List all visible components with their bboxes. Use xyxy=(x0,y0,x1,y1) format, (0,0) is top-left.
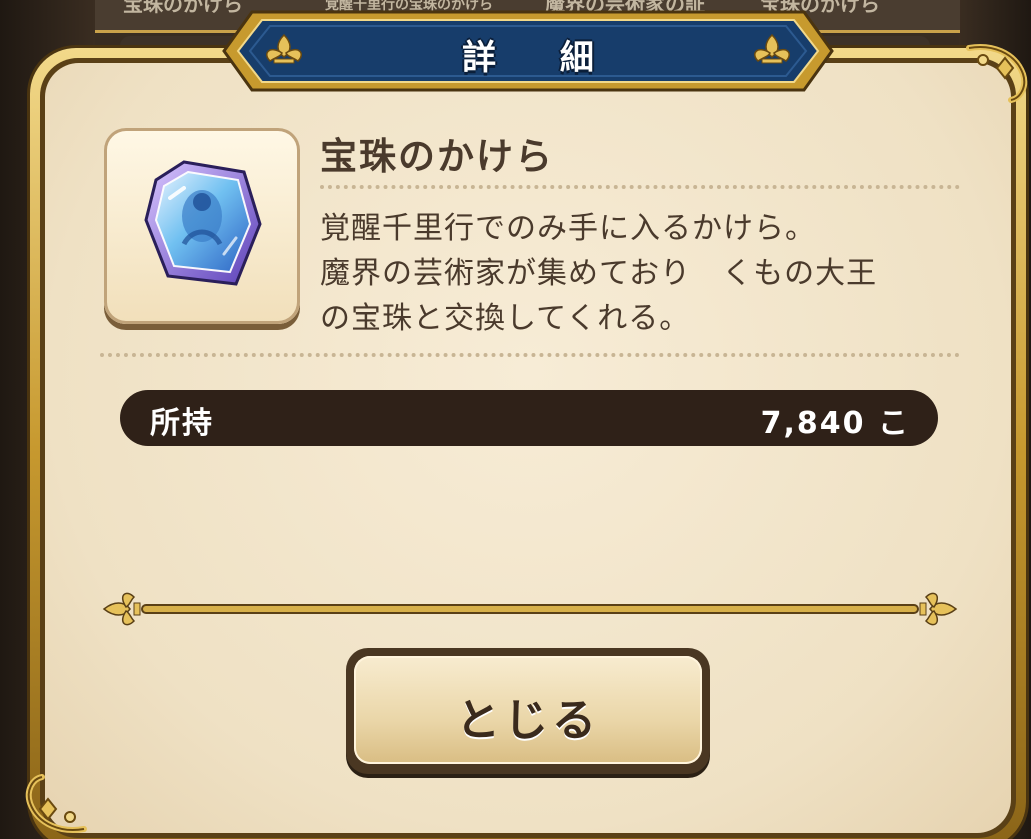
item-description-line: の宝珠と交換してくれる。 xyxy=(320,301,691,336)
item-icon-frame xyxy=(104,128,300,324)
fleur-de-lis-icon xyxy=(102,592,141,626)
item-description-line: 魔界の芸術家が集めており くもの大王 xyxy=(320,256,878,291)
dotted-divider xyxy=(320,185,960,189)
item-description: 覚醒千里行でのみ手に入るかけら。 魔界の芸術家が集めており くもの大王 の宝珠と… xyxy=(320,206,960,341)
dotted-divider xyxy=(100,353,960,357)
corner-ornament-icon xyxy=(966,44,1028,103)
close-button[interactable]: とじる xyxy=(346,648,710,774)
dialog-title: 詳 細 xyxy=(462,38,620,78)
item-name: 宝珠のかけら xyxy=(320,135,554,178)
owned-value: 7,840 こ xyxy=(760,406,910,441)
item-description-line: 覚醒千里行でのみ手に入るかけら。 xyxy=(320,211,816,246)
dialog-title-banner: 詳 細 xyxy=(222,8,834,94)
close-button-label: とじる xyxy=(456,695,600,746)
gem-shard-icon xyxy=(144,160,262,286)
owned-label: 所持 xyxy=(150,406,214,441)
fleur-de-lis-icon xyxy=(919,592,958,626)
close-button-face[interactable]: とじる xyxy=(354,656,702,764)
game-screen: 宝珠のかけら 覚醒千里行の宝珠のかけら 魔界の芸術家の証 宝珠のかけら 詳 細 … xyxy=(0,0,1031,839)
corner-ornament-icon xyxy=(25,774,87,833)
ornamental-divider xyxy=(102,592,958,626)
owned-count-bar: 所持 7,840 こ xyxy=(120,390,938,446)
